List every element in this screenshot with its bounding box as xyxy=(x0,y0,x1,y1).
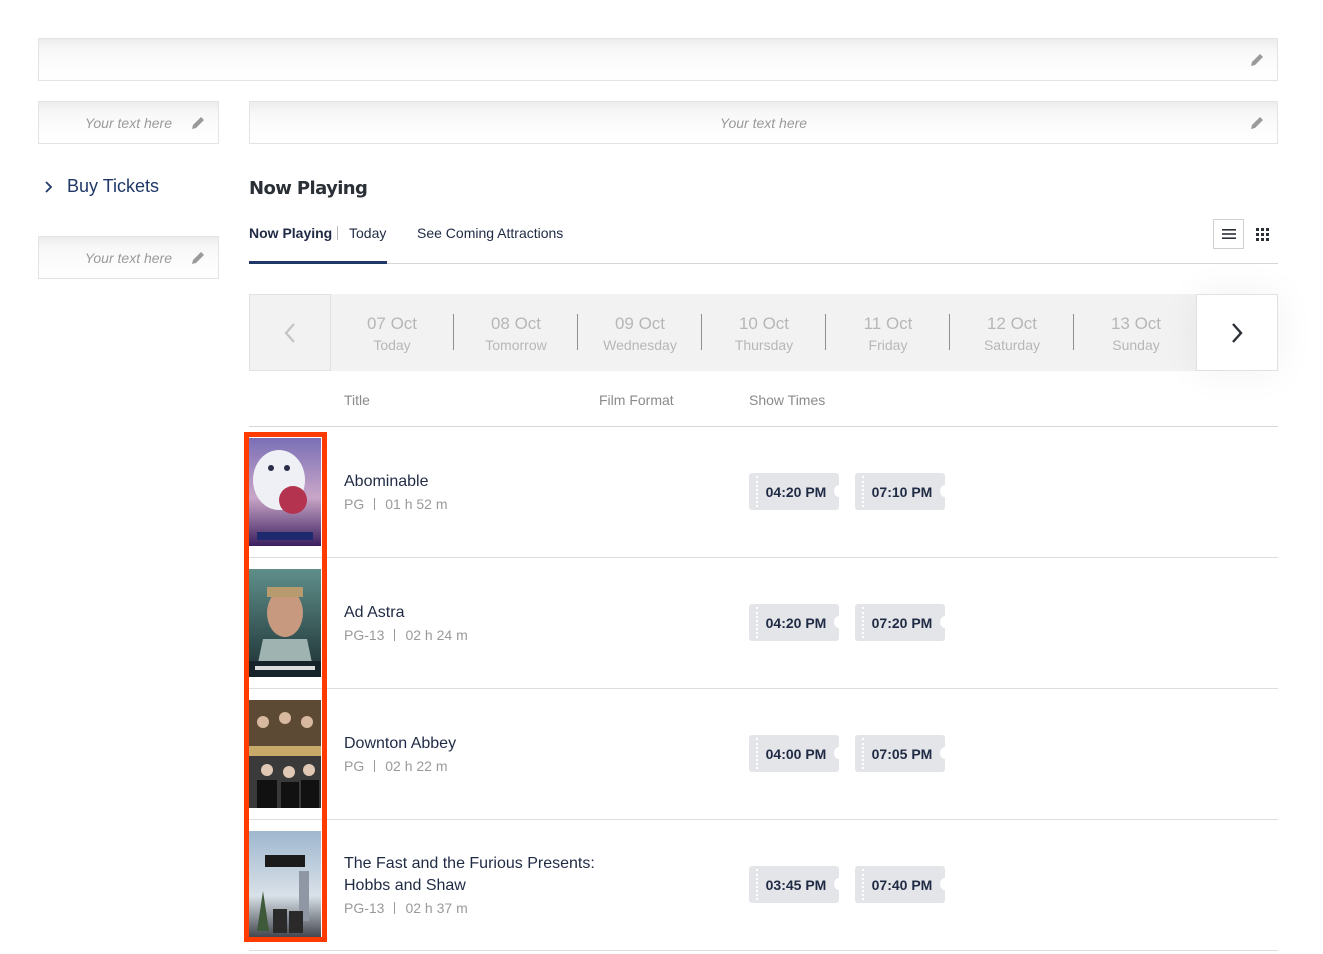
showtime-button[interactable]: 04:20 PM xyxy=(749,473,839,510)
sidebar-editable-text-bottom[interactable]: Your text here xyxy=(38,236,219,279)
film-title[interactable]: The Fast and the Furious Presents: Hobbs… xyxy=(344,853,624,897)
pencil-icon[interactable] xyxy=(1249,115,1265,131)
film-title-line: Hobbs and Shaw xyxy=(344,877,466,894)
date-prev-button[interactable] xyxy=(249,294,331,371)
film-duration: 02 h 37 m xyxy=(405,900,468,916)
pencil-icon[interactable] xyxy=(190,250,206,266)
date-selector: 07 Oct Today 08 Oct Tomorrow 09 Oct Wedn… xyxy=(249,294,1278,371)
date-item[interactable]: 08 Oct Tomorrow xyxy=(454,294,578,371)
tab-bar: Now Playing Today See Coming Attractions xyxy=(249,222,1278,264)
date-item[interactable]: 11 Oct Friday xyxy=(826,294,950,371)
buy-tickets-link[interactable]: Buy Tickets xyxy=(42,176,159,197)
showtime-button[interactable]: 03:45 PM xyxy=(749,866,839,903)
date-item[interactable]: 10 Oct Thursday xyxy=(702,294,826,371)
film-title[interactable]: Downton Abbey xyxy=(344,733,624,755)
chevron-left-icon xyxy=(284,322,295,343)
column-header-show-times: Show Times xyxy=(749,392,826,408)
grid-view-icon xyxy=(1256,227,1269,241)
film-duration: 01 h 52 m xyxy=(385,496,448,512)
meta-divider xyxy=(374,498,376,510)
meta-divider xyxy=(394,629,396,641)
film-poster[interactable] xyxy=(249,700,321,808)
list-view-icon xyxy=(1221,229,1236,239)
showtime-button[interactable]: 07:10 PM xyxy=(855,473,945,510)
showtime-button[interactable]: 04:20 PM xyxy=(749,604,839,641)
column-header-film-format: Film Format xyxy=(599,392,674,408)
date-label: Wednesday xyxy=(603,337,677,353)
table-row: Downton Abbey PG 02 h 22 m 04:00 PM 07:05… xyxy=(249,689,1278,820)
date-item[interactable]: 13 Oct Sunday xyxy=(1074,294,1198,371)
meta-divider xyxy=(394,902,396,914)
date-day: 13 Oct xyxy=(1110,314,1162,333)
showtime-button[interactable]: 07:40 PM xyxy=(855,866,945,903)
chevron-right-icon xyxy=(1232,322,1243,343)
film-rating: PG-13 xyxy=(344,627,385,643)
film-meta: PG-13 02 h 24 m xyxy=(344,627,468,643)
editable-placeholder: Your text here xyxy=(719,114,808,131)
tab-today[interactable]: Today xyxy=(349,222,386,264)
film-poster[interactable] xyxy=(249,831,321,939)
film-poster[interactable] xyxy=(249,569,321,677)
tab-now-playing[interactable]: Now Playing xyxy=(249,222,332,264)
film-duration: 02 h 22 m xyxy=(385,758,448,774)
date-item[interactable]: 09 Oct Wednesday xyxy=(578,294,702,371)
table-row: Abominable PG 01 h 52 m 04:20 PM 07:10 PM xyxy=(249,427,1278,558)
film-meta: PG 01 h 52 m xyxy=(344,496,448,512)
date-next-button[interactable] xyxy=(1196,294,1278,371)
active-tab-indicator xyxy=(249,261,387,264)
table-row: Ad Astra PG-13 02 h 24 m 04:20 PM 07:20 P… xyxy=(249,558,1278,689)
grid-view-button[interactable] xyxy=(1247,219,1278,249)
film-title-line: The Fast and the Furious Presents: xyxy=(344,855,595,872)
date-label: Friday xyxy=(868,337,908,353)
date-day: 07 Oct xyxy=(366,314,418,333)
film-title[interactable]: Ad Astra xyxy=(344,602,624,624)
sidebar-editable-text-top[interactable]: Your text here xyxy=(38,101,219,144)
date-label: Today xyxy=(373,337,411,353)
date-day: 10 Oct xyxy=(738,314,790,333)
editable-placeholder: Your text here xyxy=(84,114,172,131)
film-rating: PG xyxy=(344,496,365,512)
date-item[interactable]: 12 Oct Saturday xyxy=(950,294,1074,371)
date-label: Tomorrow xyxy=(485,337,547,353)
film-poster[interactable] xyxy=(249,438,321,546)
date-day: 08 Oct xyxy=(490,314,542,333)
date-day: 11 Oct xyxy=(863,314,913,333)
list-view-button[interactable] xyxy=(1213,219,1244,249)
film-meta: PG-13 02 h 37 m xyxy=(344,900,468,916)
date-day: 12 Oct xyxy=(986,314,1038,333)
showtime-button[interactable]: 07:05 PM xyxy=(855,735,945,772)
film-rating: PG xyxy=(344,758,365,774)
pencil-icon[interactable] xyxy=(1249,52,1265,68)
date-label: Sunday xyxy=(1112,337,1160,353)
page-title: Now Playing xyxy=(249,178,368,199)
date-item[interactable]: 07 Oct Today xyxy=(330,294,454,371)
main-editable-text[interactable]: Your text here xyxy=(249,101,1278,144)
film-duration: 02 h 24 m xyxy=(405,627,468,643)
meta-divider xyxy=(374,760,376,772)
tab-divider xyxy=(337,226,338,240)
buy-tickets-label: Buy Tickets xyxy=(67,176,160,196)
date-label: Saturday xyxy=(983,337,1041,353)
column-header-title: Title xyxy=(344,392,370,408)
showtime-button[interactable]: 07:20 PM xyxy=(855,604,945,641)
film-title[interactable]: Abominable xyxy=(344,471,624,493)
date-day: 09 Oct xyxy=(614,314,666,333)
chevron-right-icon xyxy=(45,180,53,193)
tab-coming-attractions[interactable]: See Coming Attractions xyxy=(417,222,563,264)
editable-placeholder: Your text here xyxy=(84,249,172,266)
top-editable-banner[interactable] xyxy=(38,38,1278,81)
showtime-button[interactable]: 04:00 PM xyxy=(749,735,839,772)
date-label: Thursday xyxy=(734,337,794,353)
film-rating: PG-13 xyxy=(344,900,385,916)
pencil-icon[interactable] xyxy=(190,115,206,131)
table-row: The Fast and the Furious Presents: Hobbs… xyxy=(249,820,1278,951)
film-meta: PG 02 h 22 m xyxy=(344,758,448,774)
